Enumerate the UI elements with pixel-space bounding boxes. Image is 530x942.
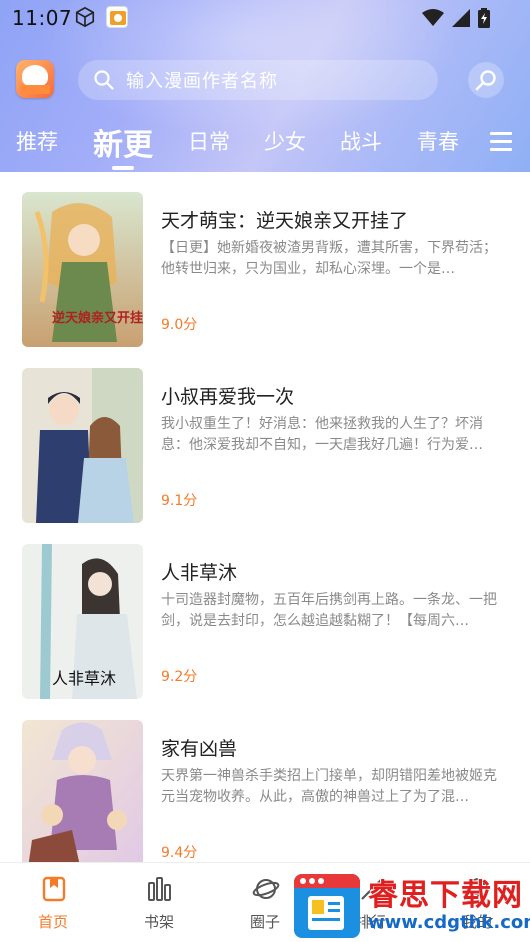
search-placeholder: 输入漫画作者名称 [126,71,278,92]
signal-icon [452,9,470,27]
comic-cover[interactable] [22,368,143,523]
comic-description: 十司造器封魔物，五百年后携剑再上路。一条龙、一把剑，说是去封印，怎么越追越黏糊了… [161,592,497,629]
comic-list: 逆天娘亲又开挂 天才萌宝：逆天娘亲又开挂了 【日更】她新婚夜被渣男背叛，遭其所害… [0,172,530,862]
comic-title[interactable]: 家有凶兽 [161,734,237,761]
list-item[interactable]: 家有凶兽 天界第一神兽杀手类招上门接单，却阴错阳差地被姬克元当宠物收养。从此，高… [0,700,530,862]
tab-girls[interactable]: 少女 [264,126,306,156]
comic-score: 9.4分 [161,845,198,861]
notification-app-icon [106,6,128,28]
bookmark-icon [42,876,66,902]
active-tab-indicator [112,166,134,170]
status-time: 11:07 [12,6,73,30]
comic-score: 9.1分 [161,493,198,509]
comic-cover[interactable] [22,720,143,862]
search-input[interactable]: 输入漫画作者名称 [78,60,438,100]
cover-title: 逆天娘亲又开挂 [52,310,143,326]
list-item[interactable]: 逆天娘亲又开挂 天才萌宝：逆天娘亲又开挂了 【日更】她新婚夜被渣男背叛，遭其所害… [0,172,530,348]
cover-title: 人非草沐 [52,669,116,688]
comic-description: 我小叔重生了！好消息：他来拯救我的人生了？坏消息：他深爱我却不自知，一天虐我好几… [161,416,483,453]
menu-icon[interactable] [490,130,512,152]
magnifier-icon [475,70,496,91]
nav-bookshelf-label: 书架 [143,913,174,931]
tab-daily[interactable]: 日常 [188,126,230,156]
battery-icon [478,8,490,28]
comic-title[interactable]: 人非草沐 [161,558,237,585]
search-icon [94,70,114,90]
comic-score: 9.2分 [161,669,198,685]
comic-title[interactable]: 天才萌宝：逆天娘亲又开挂了 [161,206,408,233]
status-bar: 11:07 [0,0,530,36]
wifi-icon [422,9,444,26]
nav-home-label: 首页 [37,913,68,931]
cube-icon [75,6,95,28]
planet-icon [252,879,280,899]
nav-home[interactable]: 首页 [0,863,106,942]
bars-icon [148,877,171,901]
nav-bookshelf[interactable]: 书架 [106,863,212,942]
comic-cover[interactable]: 逆天娘亲又开挂 [22,192,143,347]
tab-youth[interactable]: 青春 [417,126,459,156]
comic-title[interactable]: 小叔再爱我一次 [161,382,294,409]
watermark-logo-icon [294,874,360,938]
list-item[interactable]: 人非草沐 人非草沐 十司造器封魔物，五百年后携剑再上路。一条龙、一把剑，说是去封… [0,524,530,700]
comic-description: 天界第一神兽杀手类招上门接单，却阴错阳差地被姬克元当宠物收养。从此，高傲的神兽过… [161,768,497,805]
tab-recommend[interactable]: 推荐 [16,126,58,156]
comic-description: 【日更】她新婚夜被渣男背叛，遭其所害，下界苟活；他转世归来，只为国业，却私心深埋… [161,240,497,277]
watermark: 睿思下载网 www.cdgthk.com [294,870,530,942]
list-item[interactable]: 小叔再爱我一次 我小叔重生了！好消息：他来拯救我的人生了？坏消息：他深爱我却不自… [0,348,530,524]
tab-battle[interactable]: 战斗 [340,126,382,156]
scan-button[interactable] [468,62,504,98]
header: 11:07 输入漫画作者名称 推荐 新更 日常 少女 战斗 青春 [0,0,530,172]
tab-new-updates[interactable]: 新更 [93,120,153,164]
watermark-url: www.cdgthk.com [368,912,530,933]
watermark-title: 睿思下载网 [368,878,523,913]
app-logo[interactable] [16,60,54,98]
category-tabs: 推荐 新更 日常 少女 战斗 青春 [0,118,530,172]
comic-cover[interactable]: 人非草沐 [22,544,143,699]
comic-score: 9.0分 [161,317,198,333]
